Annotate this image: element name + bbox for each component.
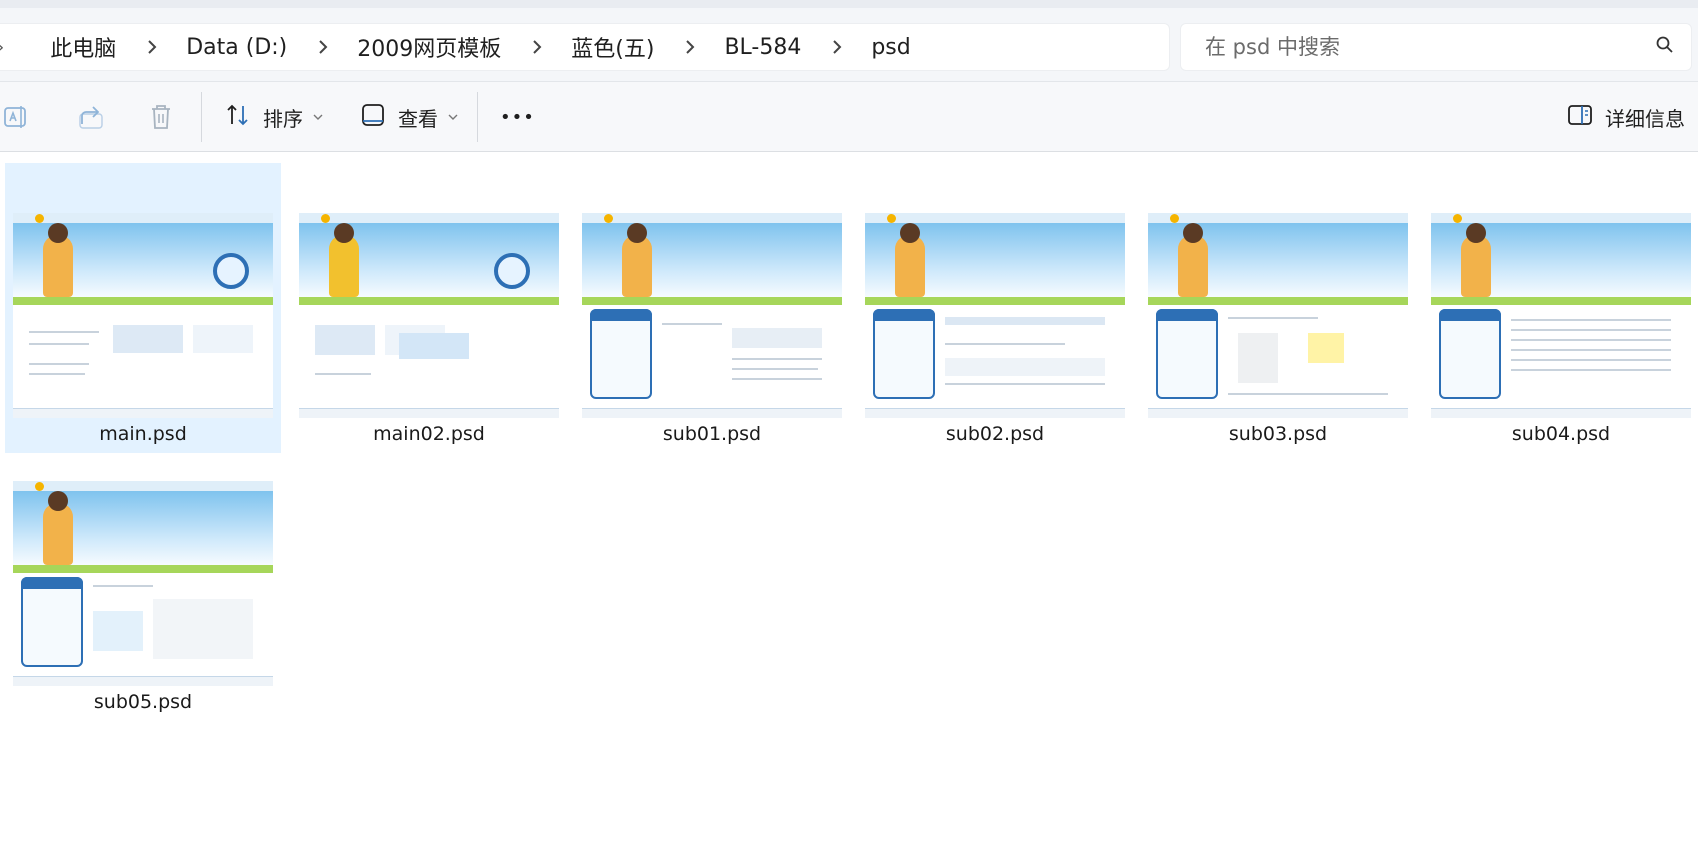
chevron-right-icon[interactable] [801, 39, 847, 55]
breadcrumb[interactable]: › 此电脑 Data (D:) 2009网页模板 蓝色(五) BL-584 [0, 23, 1170, 71]
search-box[interactable] [1180, 23, 1692, 71]
file-name[interactable]: sub03.psd [1140, 423, 1416, 445]
file-grid: main.psd main02.psd sub01.psd sub02.psd … [0, 153, 1698, 847]
chevron-down-icon [448, 113, 458, 121]
breadcrumb-item-this-pc[interactable]: › 此电脑 [0, 31, 116, 63]
view-label: 查看 [398, 106, 438, 131]
file-name[interactable]: sub04.psd [1423, 423, 1698, 445]
toolbar-divider [477, 92, 478, 142]
breadcrumb-item-current[interactable]: psd [801, 35, 911, 60]
breadcrumb-label[interactable]: 蓝色(五) [547, 31, 654, 63]
rename-icon[interactable] [0, 100, 34, 134]
share-icon[interactable] [74, 100, 108, 134]
search-icon[interactable] [1655, 35, 1675, 59]
file-item-main[interactable]: main.psd [5, 163, 281, 453]
sort-label: 排序 [263, 106, 303, 131]
toolbar-divider [201, 92, 202, 142]
breadcrumb-item-folder[interactable]: BL-584 [654, 35, 801, 60]
search-input[interactable] [1205, 35, 1655, 59]
window-top-strip [0, 0, 1698, 8]
file-thumbnail [1431, 213, 1691, 418]
chevron-right-icon[interactable] [287, 39, 333, 55]
chevron-right-icon[interactable] [116, 39, 162, 55]
file-item-sub05[interactable]: sub05.psd [5, 431, 281, 721]
file-item-sub03[interactable]: sub03.psd [1140, 163, 1416, 453]
file-item-sub01[interactable]: sub01.psd [574, 163, 850, 453]
breadcrumb-label[interactable]: 此电脑 [28, 31, 116, 63]
breadcrumb-label[interactable]: BL-584 [700, 35, 801, 60]
file-item-main02[interactable]: main02.psd [291, 163, 567, 453]
file-thumbnail [1148, 213, 1408, 418]
chevron-right-icon[interactable] [654, 39, 700, 55]
breadcrumb-label[interactable]: psd [847, 35, 910, 60]
details-label: 详细信息 [1605, 106, 1685, 131]
details-pane-icon [1567, 103, 1593, 132]
file-item-sub04[interactable]: sub04.psd [1423, 163, 1698, 453]
breadcrumb-item-folder[interactable]: 蓝色(五) [501, 31, 654, 63]
details-pane-button[interactable]: 详细信息 [1567, 96, 1685, 138]
sort-icon [225, 102, 251, 133]
breadcrumb-label[interactable]: 2009网页模板 [333, 31, 501, 63]
breadcrumb-item-folder[interactable]: 2009网页模板 [287, 31, 501, 63]
file-name[interactable]: sub05.psd [5, 691, 281, 713]
file-name[interactable]: sub01.psd [574, 423, 850, 445]
file-name[interactable]: main02.psd [291, 423, 567, 445]
breadcrumb-item-drive[interactable]: Data (D:) [116, 35, 287, 60]
file-name[interactable]: sub02.psd [857, 423, 1133, 445]
delete-icon[interactable] [144, 100, 178, 134]
file-thumbnail [13, 213, 273, 418]
chevron-down-icon [313, 113, 323, 121]
file-thumbnail [865, 213, 1125, 418]
file-thumbnail [299, 213, 559, 418]
view-button[interactable]: 查看 [360, 96, 458, 138]
file-item-sub02[interactable]: sub02.psd [857, 163, 1133, 453]
more-options-button[interactable]: ••• [500, 96, 535, 138]
more-icon: ••• [500, 106, 535, 128]
command-bar: 排序 查看 ••• 详细信息 [0, 82, 1698, 152]
view-icon [360, 102, 386, 133]
file-thumbnail [13, 481, 273, 686]
sort-button[interactable]: 排序 [225, 96, 323, 138]
chevron-right-icon[interactable] [501, 39, 547, 55]
chevron-right-icon[interactable]: › [0, 37, 4, 58]
file-thumbnail [582, 213, 842, 418]
breadcrumb-label[interactable]: Data (D:) [162, 35, 287, 60]
address-bar-area: › 此电脑 Data (D:) 2009网页模板 蓝色(五) BL-584 [0, 8, 1698, 82]
